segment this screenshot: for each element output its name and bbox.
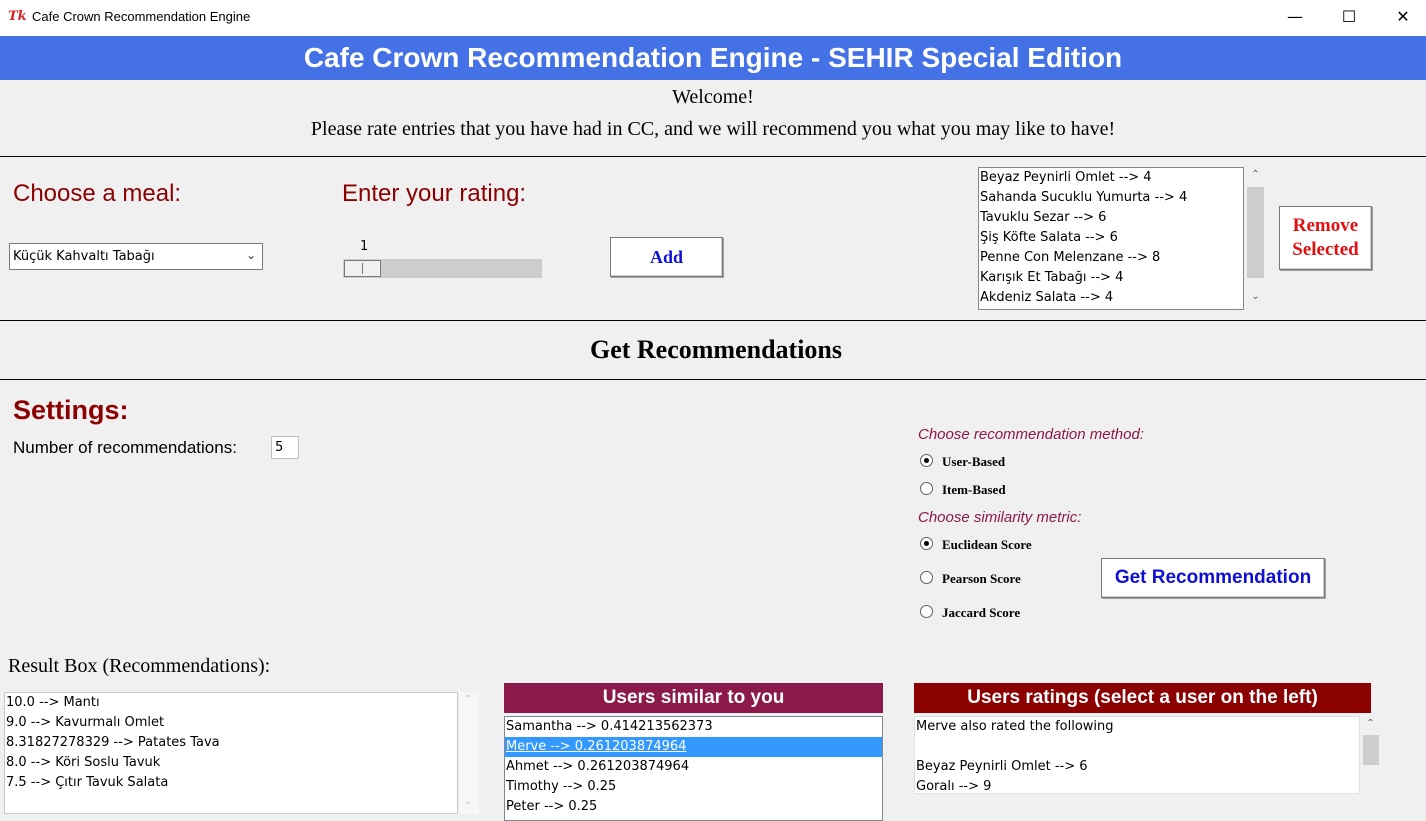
add-button[interactable]: Add	[610, 237, 723, 277]
chevron-up-icon[interactable]: ⌃	[1362, 718, 1379, 729]
result-row[interactable]: 8.31827278329 --> Patates Tava	[5, 733, 457, 753]
rated-item-row[interactable]: Şiş Köfte Salata --> 6	[979, 228, 1243, 248]
remove-label-line1: Remove	[1292, 215, 1359, 236]
metric-label: Choose similarity metric:	[918, 509, 1082, 526]
user-rating-line[interactable]	[915, 737, 1359, 757]
user-ratings-heading: Users ratings (select a user on the left…	[914, 683, 1371, 713]
similar-user-row[interactable]: Timothy --> 0.25	[505, 777, 882, 797]
jaccard-label[interactable]: Jaccard Score	[942, 605, 1020, 621]
chevron-down-icon[interactable]: ⌄	[1247, 291, 1264, 302]
window-titlebar: Tk Cafe Crown Recommendation Engine — ☐ …	[0, 0, 1426, 36]
result-row[interactable]: 9.0 --> Kavurmalı Omlet	[5, 713, 457, 733]
maximize-button[interactable]: ☐	[1326, 0, 1372, 32]
minimize-button[interactable]: —	[1272, 0, 1318, 32]
rated-items-list[interactable]: Beyaz Peynirli Omlet --> 4 Sahanda Sucukl…	[978, 167, 1244, 310]
choose-meal-label: Choose a meal:	[13, 180, 182, 207]
num-recommendations-label: Number of recommendations:	[13, 438, 237, 457]
chevron-down-icon[interactable]: ⌄	[246, 248, 256, 262]
rated-item-row[interactable]: Beyaz Peynirli Omlet --> 4	[979, 168, 1243, 188]
user-ratings-text[interactable]: Merve also rated the following Beyaz Pey…	[914, 716, 1360, 794]
chevron-up-icon[interactable]: ⌃	[460, 694, 477, 705]
enter-rating-label: Enter your rating:	[342, 180, 527, 207]
divider	[0, 379, 1426, 380]
similar-user-row[interactable]: Samantha --> 0.414213562373	[505, 717, 882, 737]
scroll-thumb[interactable]	[1363, 735, 1379, 765]
rated-items-scrollbar[interactable]: ⌃ ⌄	[1245, 167, 1266, 310]
pearson-radio[interactable]	[920, 571, 933, 584]
scroll-thumb[interactable]	[1247, 187, 1264, 278]
remove-label-line2: Selected	[1292, 239, 1359, 260]
num-recommendations-input[interactable]: 5	[271, 436, 299, 459]
user-ratings-scrollbar[interactable]: ⌃	[1361, 716, 1381, 794]
rated-item-row[interactable]: Akdeniz Salata --> 4	[979, 288, 1243, 308]
result-row[interactable]: 7.5 --> Çıtır Tavuk Salata	[5, 773, 457, 793]
user-rating-line[interactable]: Beyaz Peynirli Omlet --> 6	[915, 757, 1359, 777]
user-rating-line[interactable]: Goralı --> 9	[915, 777, 1359, 793]
divider	[0, 156, 1426, 157]
similar-users-heading: Users similar to you	[504, 683, 883, 713]
rating-slider-track[interactable]	[343, 259, 542, 278]
similar-user-row[interactable]: Merve --> 0.261203874964	[505, 737, 882, 757]
welcome-instructions: Please rate entries that you have had in…	[310, 118, 1116, 140]
result-box-label: Result Box (Recommendations):	[8, 655, 271, 677]
close-button[interactable]: ✕	[1380, 0, 1426, 32]
user-based-radio[interactable]	[920, 454, 933, 467]
rating-value-readout: 1	[360, 239, 369, 254]
rated-item-row[interactable]: Penne Con Melenzane --> 8	[979, 248, 1243, 268]
rated-item-row[interactable]: Sahanda Sucuklu Yumurta --> 4	[979, 188, 1243, 208]
app-banner: Cafe Crown Recommendation Engine - SEHIR…	[0, 36, 1426, 80]
result-row[interactable]: 10.0 --> Mantı	[5, 693, 457, 713]
remove-selected-button[interactable]: Remove Selected	[1279, 206, 1372, 270]
result-row[interactable]: 8.0 --> Köri Soslu Tavuk	[5, 753, 457, 773]
euclidean-radio[interactable]	[920, 537, 933, 550]
user-based-label[interactable]: User-Based	[942, 454, 1005, 470]
divider	[0, 320, 1426, 321]
item-based-label[interactable]: Item-Based	[942, 482, 1006, 498]
settings-heading: Settings:	[13, 395, 129, 425]
result-box-scrollbar[interactable]: ⌃ ⌄	[459, 692, 479, 814]
result-box-list[interactable]: 10.0 --> Mantı 9.0 --> Kavurmalı Omlet 8.3…	[4, 692, 458, 814]
tk-logo-icon: Tk	[8, 9, 27, 24]
similar-user-row[interactable]: Peter --> 0.25	[505, 797, 882, 817]
similar-users-list[interactable]: Samantha --> 0.414213562373 Merve --> 0.2…	[504, 716, 883, 821]
user-rating-line[interactable]: Merve also rated the following	[915, 717, 1359, 737]
similar-user-row[interactable]: Ahmet --> 0.261203874964	[505, 757, 882, 777]
get-recommendation-button[interactable]: Get Recommendation	[1101, 558, 1325, 598]
get-recommendations-heading: Get Recommendations	[589, 335, 842, 364]
item-based-radio[interactable]	[920, 482, 933, 495]
jaccard-radio[interactable]	[920, 605, 933, 618]
pearson-label[interactable]: Pearson Score	[942, 571, 1021, 587]
chevron-down-icon[interactable]: ⌄	[460, 796, 477, 807]
meal-combobox-value: Küçük Kahvaltı Tabağı	[13, 249, 155, 264]
chevron-up-icon[interactable]: ⌃	[1247, 169, 1264, 180]
welcome-heading: Welcome!	[672, 86, 754, 108]
euclidean-label[interactable]: Euclidean Score	[942, 537, 1032, 553]
window-title: Cafe Crown Recommendation Engine	[32, 9, 251, 24]
rated-item-row[interactable]: Karışık Et Tabağı --> 4	[979, 268, 1243, 288]
meal-combobox[interactable]: Küçük Kahvaltı Tabağı ⌄	[9, 243, 263, 270]
rated-item-row[interactable]: Tavuklu Sezar --> 6	[979, 208, 1243, 228]
method-label: Choose recommendation method:	[918, 426, 1144, 443]
rating-slider-handle[interactable]	[344, 260, 381, 277]
